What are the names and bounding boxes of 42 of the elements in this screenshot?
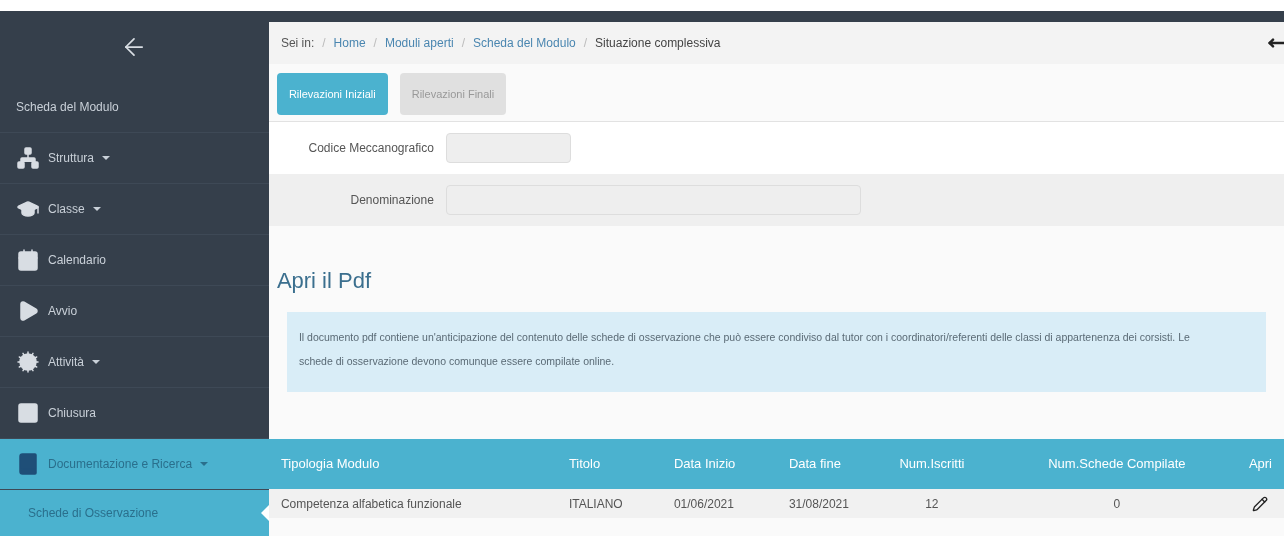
column-header: Apri xyxy=(1247,455,1273,474)
column-header: Num.Iscritti xyxy=(898,455,966,474)
column-header: Data Inizio xyxy=(672,455,737,474)
breadcrumb-separator: / xyxy=(583,35,588,52)
calendar-icon xyxy=(16,248,40,272)
sidebar-item[interactable]: Classe xyxy=(0,184,269,235)
breadcrumb-current: Situazione complessiva xyxy=(595,35,721,52)
breadcrumb-separator: / xyxy=(322,35,326,52)
caret-icon xyxy=(200,462,209,466)
square-icon xyxy=(16,401,40,425)
table-cell-text: Competenza alfabetica funzionale xyxy=(279,495,463,513)
table-cell-text: 0 xyxy=(1112,495,1122,513)
breadcrumb-link[interactable]: Home xyxy=(333,34,366,52)
column-header: Tipologia Modulo xyxy=(279,455,381,474)
breadcrumb-separator: / xyxy=(373,35,377,52)
sidebar-item[interactable]: Scheda del Modulo xyxy=(0,82,269,133)
breadcrumb-separator: / xyxy=(461,35,465,52)
edit-icon[interactable] xyxy=(1252,495,1269,512)
sidebar-item[interactable]: Attività xyxy=(0,337,269,388)
column-header: Num.Schede Compilate xyxy=(1047,455,1187,474)
caret-icon xyxy=(102,156,111,160)
sitemap-icon xyxy=(16,146,40,170)
input-field[interactable] xyxy=(445,133,571,163)
field-label: Denominazione xyxy=(349,192,435,209)
gear-icon xyxy=(16,350,40,374)
section-title: Apri il Pdf xyxy=(275,267,373,295)
caret-icon xyxy=(92,360,100,364)
breadcrumb-label: Sei in: xyxy=(280,35,315,52)
field-label: Codice Meccanografico xyxy=(307,140,435,157)
sidebar-item[interactable]: Avvio xyxy=(0,286,269,337)
table-cell-text: 12 xyxy=(924,495,940,513)
sidebar-item[interactable]: Struttura xyxy=(0,133,269,184)
table-cell-text: 31/08/2021 xyxy=(787,495,850,513)
info-notice: Il documento pdf contiene un'anticipazione del contenuto delle schede di osservazione che può essere condiviso dal tutor con i coordinatori/referenti delle classi di appartenenza dei corsisti. Le schede di osservazione devono comunque essere compilate online. xyxy=(286,312,1266,392)
table-cell-text: 01/06/2021 xyxy=(672,495,735,513)
breadcrumb-link[interactable]: Moduli aperti xyxy=(384,34,454,52)
caret-icon xyxy=(92,207,101,211)
sidebar-item[interactable]: Calendario xyxy=(0,235,269,286)
table-cell-text: ITALIANO xyxy=(567,495,624,513)
column-header: Data fine xyxy=(787,455,842,474)
column-header: Titolo xyxy=(567,455,602,474)
breadcrumb-link[interactable]: Scheda del Modulo xyxy=(473,34,576,52)
